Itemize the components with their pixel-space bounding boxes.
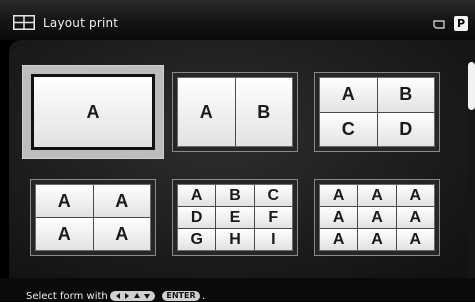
layout-form-6[interactable]: AAAAAAAAA bbox=[314, 179, 440, 256]
layout-form-3[interactable]: ABCD bbox=[314, 72, 440, 152]
layout-cell: A bbox=[358, 185, 396, 206]
layout-form-2[interactable]: AB bbox=[172, 72, 298, 152]
layout-cell: A bbox=[396, 207, 434, 228]
layout-icon bbox=[13, 15, 35, 30]
layout-cell: B bbox=[235, 78, 292, 146]
layout-preview: AAAA bbox=[35, 184, 151, 251]
layout-cell: A bbox=[358, 229, 396, 250]
layout-cell: B bbox=[377, 78, 434, 112]
instruction-end: . bbox=[202, 291, 206, 302]
layout-cell: A bbox=[396, 229, 434, 250]
layout-cell: C bbox=[254, 185, 292, 206]
layout-preview: AAAAAAAAA bbox=[319, 184, 435, 251]
instruction-text: Select form with bbox=[26, 291, 108, 302]
layout-cell: D bbox=[178, 207, 216, 228]
layout-cell: D bbox=[377, 112, 434, 146]
arrow-keys-icon bbox=[110, 291, 155, 301]
layout-cell: A bbox=[320, 78, 377, 112]
layout-preview: A bbox=[31, 74, 155, 150]
layout-cell: I bbox=[254, 229, 292, 250]
title-bar: Layout print P bbox=[0, 0, 475, 40]
layout-cell: A bbox=[36, 218, 93, 250]
page-title: Layout print bbox=[43, 16, 119, 30]
layout-preview: ABCD bbox=[319, 77, 435, 147]
layout-cell: H bbox=[216, 229, 254, 250]
layout-cell: E bbox=[216, 207, 254, 228]
layout-cell: A bbox=[93, 218, 150, 250]
scrollbar-thumb[interactable] bbox=[468, 62, 475, 110]
layout-cell: A bbox=[320, 229, 358, 250]
print-badge: P bbox=[454, 16, 468, 31]
layout-preview: AB bbox=[177, 77, 293, 147]
layout-cell: F bbox=[254, 207, 292, 228]
layout-cell: G bbox=[178, 229, 216, 250]
layout-cell: A bbox=[320, 185, 358, 206]
layout-cell: A bbox=[358, 207, 396, 228]
layout-cell: A bbox=[34, 77, 152, 147]
layout-form-1[interactable]: A bbox=[22, 65, 164, 159]
layout-cell: A bbox=[93, 185, 150, 217]
layout-cell: C bbox=[320, 112, 377, 146]
layout-cell: A bbox=[36, 185, 93, 217]
layout-cell: B bbox=[216, 185, 254, 206]
layout-cell: A bbox=[396, 185, 434, 206]
memory-card-icon bbox=[433, 20, 445, 29]
layout-cell: A bbox=[320, 207, 358, 228]
enter-key-icon: ENTER bbox=[162, 291, 200, 301]
layout-cell: A bbox=[178, 185, 216, 206]
layout-cell: A bbox=[178, 78, 235, 146]
layout-form-4[interactable]: AAAA bbox=[30, 179, 156, 256]
layout-form-5[interactable]: ABC DEF GHI bbox=[172, 179, 298, 256]
layout-preview: ABC DEF GHI bbox=[177, 184, 293, 251]
